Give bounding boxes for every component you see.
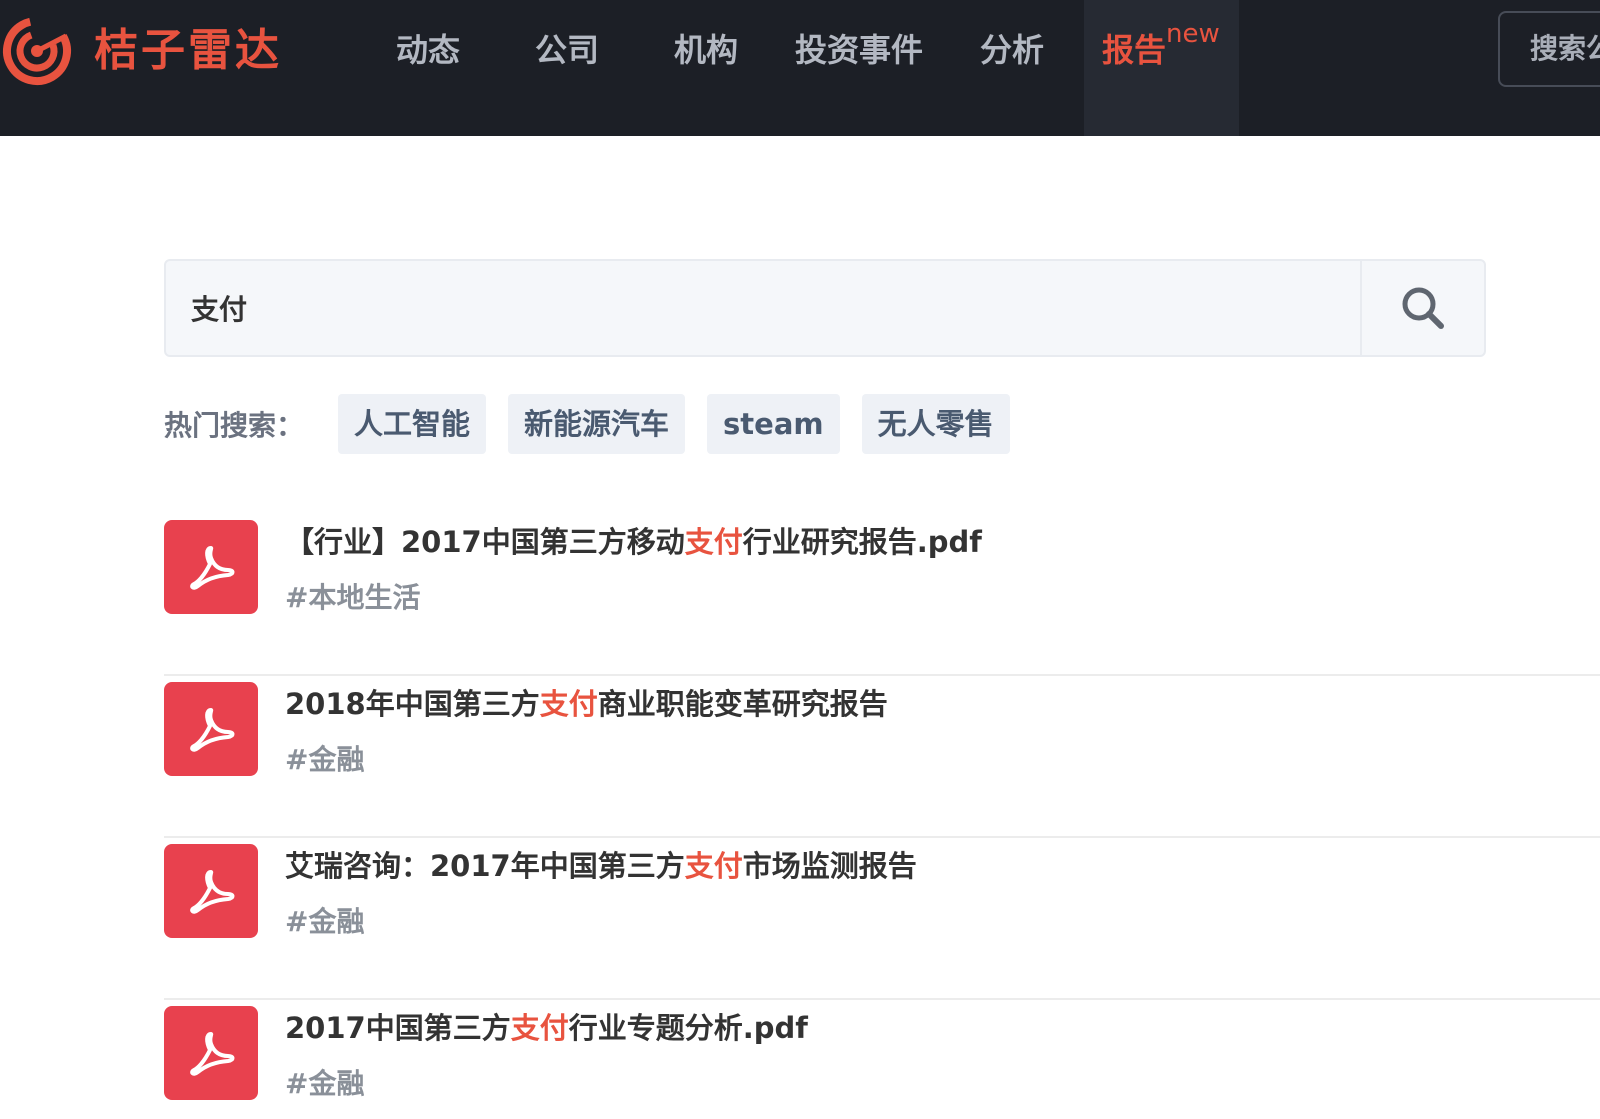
title-highlight: 支付 — [510, 1011, 569, 1045]
top-search-input[interactable]: 搜索公 — [1498, 11, 1600, 87]
nav-item-analysis[interactable]: 分析 — [980, 0, 1044, 136]
nav-item-institutions[interactable]: 机构 — [674, 0, 738, 136]
title-highlight: 支付 — [684, 525, 743, 559]
search-icon — [1402, 287, 1444, 329]
hot-search-label: 热门搜索： — [164, 409, 305, 442]
title-text: 2017中国第三方 — [285, 1011, 511, 1045]
title-highlight: 支付 — [684, 849, 743, 883]
report-results: 【行业】2017中国第三方移动支付行业研究报告.pdf #本地生活 2018年中… — [164, 514, 1600, 1119]
hot-tag-ai[interactable]: 人工智能 — [338, 394, 487, 454]
result-title[interactable]: 2018年中国第三方支付商业职能变革研究报告 — [285, 676, 888, 732]
result-item[interactable]: 【行业】2017中国第三方移动支付行业研究报告.pdf #本地生活 — [164, 514, 1600, 676]
title-text: 2018年中国第三方 — [285, 687, 540, 721]
result-item[interactable]: 2018年中国第三方支付商业职能变革研究报告 #金融 — [164, 676, 1600, 838]
title-text: 市场监测报告 — [742, 849, 917, 883]
nav-item-reports-label: 报告 — [1102, 31, 1167, 69]
result-title[interactable]: 艾瑞咨询：2017年中国第三方支付市场监测报告 — [285, 838, 917, 894]
pdf-file-icon — [164, 520, 258, 614]
result-tag[interactable]: #金融 — [285, 1056, 364, 1112]
brand-name: 桔子雷达 — [94, 25, 282, 76]
title-text: 艾瑞咨询：2017年中国第三方 — [285, 849, 685, 883]
logo[interactable]: 桔子雷达 — [0, 14, 282, 88]
top-navbar: 桔子雷达 动态 公司 机构 投资事件 分析 报告 new 搜索公 — [0, 0, 1600, 136]
search-button[interactable] — [1360, 261, 1484, 355]
search-bar — [164, 259, 1486, 357]
title-text: 行业研究报告.pdf — [742, 525, 982, 559]
radar-logo-icon — [3, 17, 71, 85]
title-text: 商业职能变革研究报告 — [597, 687, 888, 721]
result-tag[interactable]: #本地生活 — [285, 570, 420, 626]
result-item[interactable]: 艾瑞咨询：2017年中国第三方支付市场监测报告 #金融 — [164, 838, 1600, 1000]
pdf-file-icon — [164, 844, 258, 938]
result-tag[interactable]: #金融 — [285, 732, 364, 788]
title-text: 行业专题分析.pdf — [568, 1011, 808, 1045]
result-tag[interactable]: #金融 — [285, 894, 364, 950]
title-highlight: 支付 — [539, 687, 598, 721]
nav-item-reports[interactable]: 报告 new — [1084, 0, 1239, 136]
pdf-file-icon — [164, 682, 258, 776]
pdf-file-icon — [164, 1006, 258, 1100]
title-text: 【行业】2017中国第三方移动 — [285, 525, 685, 559]
nav-item-dynamics[interactable]: 动态 — [396, 0, 460, 136]
result-title[interactable]: 【行业】2017中国第三方移动支付行业研究报告.pdf — [285, 514, 982, 570]
nav-item-companies[interactable]: 公司 — [535, 0, 599, 136]
nav-item-investment-events[interactable]: 投资事件 — [795, 0, 923, 136]
result-title[interactable]: 2017中国第三方支付行业专题分析.pdf — [285, 1000, 808, 1056]
hot-tag-new-energy-vehicles[interactable]: 新能源汽车 — [508, 394, 686, 454]
new-badge: new — [1166, 19, 1220, 49]
result-item[interactable]: 2017中国第三方支付行业专题分析.pdf #金融 — [164, 1000, 1600, 1119]
hot-tag-unmanned-retail[interactable]: 无人零售 — [861, 394, 1010, 454]
hot-searches: 热门搜索： 人工智能 新能源汽车 steam 无人零售 — [164, 394, 1032, 454]
search-input[interactable] — [166, 261, 1360, 355]
hot-tag-steam[interactable]: steam — [707, 394, 840, 454]
